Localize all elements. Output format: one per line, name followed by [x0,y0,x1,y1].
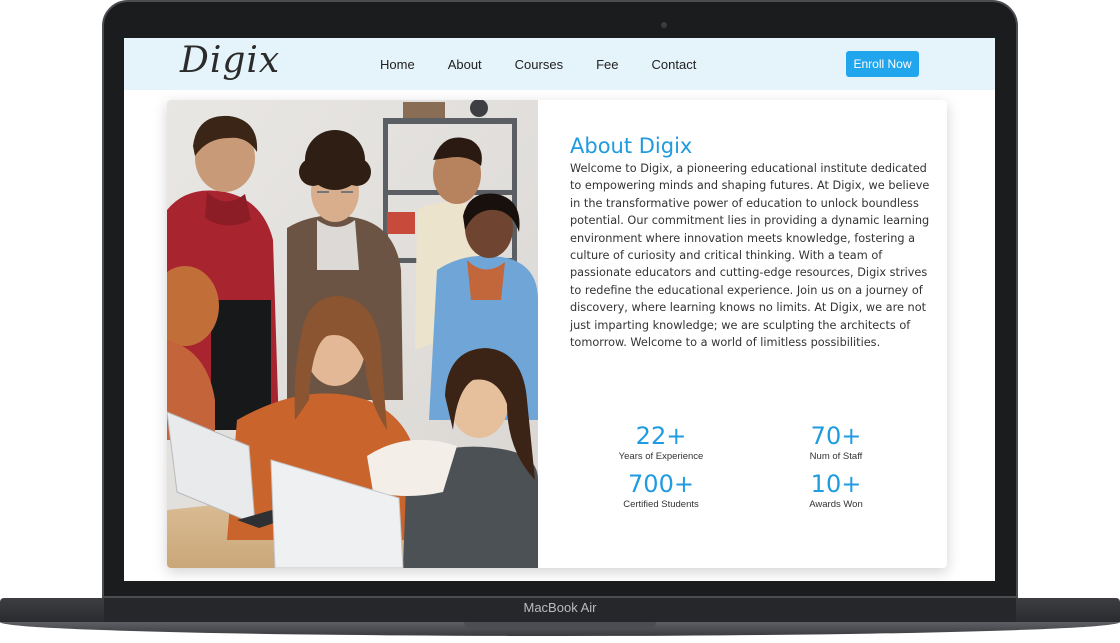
nav-link-contact[interactable]: Contact [652,57,697,72]
stat-awards-won: 10+ Awards Won [766,470,906,511]
laptop-base: MacBook Air [0,598,1120,643]
about-title: About Digix [570,134,693,158]
nav-link-courses[interactable]: Courses [515,57,563,72]
stat-label: Years of Experience [618,451,704,462]
stat-value: 10+ [810,470,862,498]
laptop-notch [464,622,656,630]
stat-num-staff: 70+ Num of Staff [766,422,906,463]
stats-grid: 22+ Years of Experience 70+ Num of Staff… [570,422,940,522]
stat-label: Certified Students [623,499,699,510]
stat-value: 70+ [810,422,862,450]
enroll-now-button[interactable]: Enroll Now [846,51,919,77]
stat-years-experience: 22+ Years of Experience [591,422,731,463]
navbar: Digix Home About Courses Fee Contact Enr… [124,38,995,90]
about-description: Welcome to Digix, a pioneering education… [570,162,930,350]
nav-links: Home About Courses Fee Contact [380,38,729,90]
students-photo [167,100,538,568]
camera-icon [661,22,667,28]
site-logo[interactable]: Digix [180,40,280,81]
stat-value: 22+ [635,422,687,450]
browser-viewport: Digix Home About Courses Fee Contact Enr… [124,38,995,581]
stat-label: Awards Won [809,499,863,510]
device-label: MacBook Air [523,600,597,615]
nav-link-about[interactable]: About [448,57,482,72]
about-section: About Digix Welcome to Digix, a pioneeri… [570,134,940,351]
stat-certified-students: 700+ Certified Students [591,470,731,511]
nav-link-fee[interactable]: Fee [596,57,618,72]
stat-label: Num of Staff [809,451,863,462]
nav-link-home[interactable]: Home [380,57,415,72]
stat-value: 700+ [628,470,694,498]
about-card: About Digix Welcome to Digix, a pioneeri… [167,100,947,568]
